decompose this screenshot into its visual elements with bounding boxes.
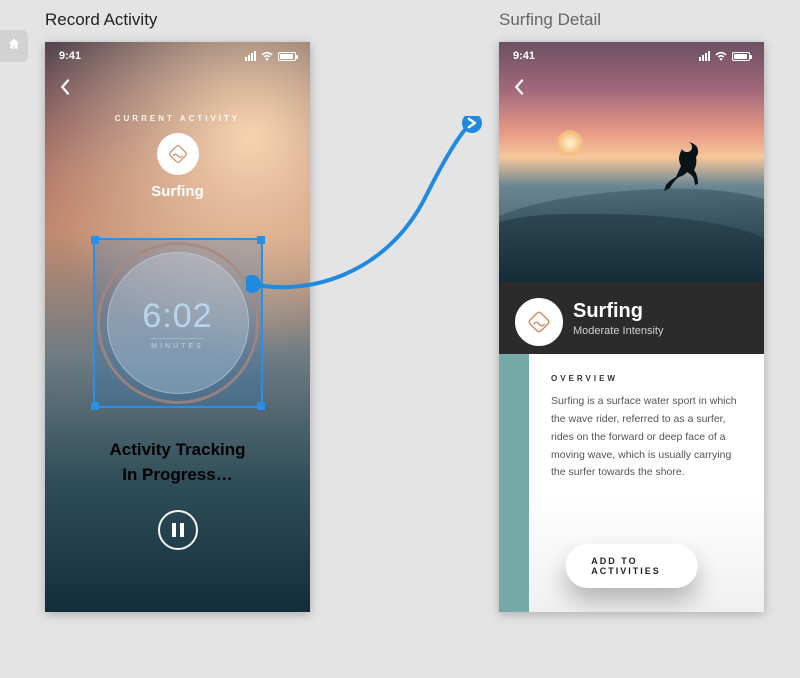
wifi-icon — [714, 51, 728, 61]
status-bar: 9:41 — [499, 42, 764, 70]
surf-diamond-icon — [166, 142, 190, 166]
chevron-left-icon — [59, 78, 71, 96]
back-button[interactable] — [59, 78, 71, 102]
back-button[interactable] — [513, 78, 525, 102]
screen-label-record-activity: Record Activity — [45, 10, 157, 30]
surf-diamond-icon — [525, 308, 553, 336]
battery-icon — [732, 52, 750, 61]
detail-title-bar: Surfing Moderate Intensity — [499, 282, 764, 354]
chevron-left-icon — [513, 78, 525, 96]
wifi-icon — [260, 51, 274, 61]
detail-subtitle: Moderate Intensity — [573, 325, 664, 337]
status-time: 9:41 — [513, 50, 535, 62]
record-content: CURRENT ACTIVITY Surfing — [45, 42, 310, 612]
battery-icon — [278, 52, 296, 61]
add-to-activities-button[interactable]: ADD TO ACTIVITIES — [565, 544, 698, 588]
current-activity-kicker: CURRENT ACTIVITY — [45, 114, 310, 123]
teal-side-rail — [499, 354, 529, 612]
screen-label-surfing-detail: Surfing Detail — [499, 10, 601, 30]
status-bar: 9:41 — [45, 42, 310, 70]
status-icons — [699, 51, 750, 61]
activity-badge — [515, 298, 563, 346]
activity-badge[interactable] — [157, 133, 199, 175]
hero-image-surfer — [499, 42, 764, 282]
cellular-icon — [699, 51, 710, 61]
detail-body: OVERVIEW Surfing is a surface water spor… — [499, 354, 764, 612]
detail-title: Surfing — [573, 300, 664, 322]
screen-record-activity: 9:41 CURRENT ACTIVITY Surfing 6:02 MINUT… — [45, 42, 310, 612]
home-tab[interactable] — [0, 30, 28, 62]
activity-name: Surfing — [45, 183, 310, 200]
status-icons — [245, 51, 296, 61]
home-icon — [7, 37, 21, 56]
cellular-icon — [245, 51, 256, 61]
sun-glow — [557, 130, 583, 156]
status-time: 9:41 — [59, 50, 81, 62]
overview-body: Surfing is a surface water sport in whic… — [551, 393, 742, 482]
overview-label: OVERVIEW — [551, 374, 742, 383]
screen-surfing-detail: 9:41 Surfing Moderate Intensity OVERVIEW… — [499, 42, 764, 612]
surfer-silhouette — [659, 138, 709, 200]
